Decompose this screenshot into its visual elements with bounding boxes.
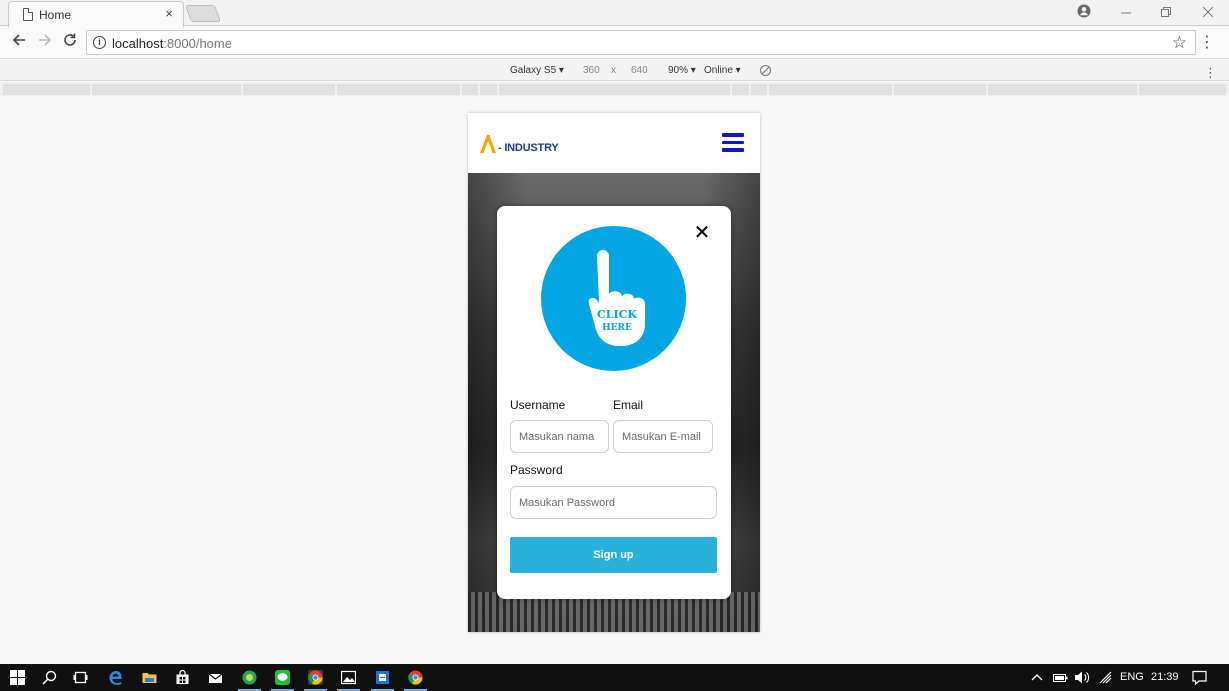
bookmark-star-icon[interactable]: ☆	[1172, 33, 1187, 53]
logo-text[interactable]: - INDUSTRY	[498, 142, 559, 154]
graphic-text-here: HERE	[602, 323, 632, 333]
site-info-icon[interactable]: i	[93, 36, 106, 49]
chrome-icon[interactable]	[304, 670, 327, 691]
media-query-segment[interactable]	[988, 84, 1137, 95]
signup-button[interactable]: Sign up	[510, 537, 717, 573]
search-icon[interactable]	[42, 670, 57, 685]
new-tab-button[interactable]	[184, 5, 222, 22]
signup-modal: ✕ CLICK HERE Username Email Password Sig…	[497, 206, 731, 599]
photos-icon[interactable]	[337, 670, 360, 691]
document-app-icon[interactable]	[371, 670, 394, 691]
media-query-segment[interactable]	[243, 84, 335, 95]
site-header: - INDUSTRY	[468, 113, 760, 173]
mail-icon[interactable]	[208, 670, 223, 685]
pointing-hand-icon: CLICK HERE	[588, 250, 645, 346]
media-query-bar	[0, 82, 1229, 96]
device-height[interactable]: 640	[631, 65, 648, 76]
language-indicator[interactable]: ENG	[1120, 671, 1144, 683]
browser-menu-icon[interactable]: ⋮	[1199, 32, 1215, 52]
media-query-segment[interactable]	[3, 84, 90, 95]
password-input[interactable]	[510, 486, 717, 519]
windows-taskbar: ENG 21:39	[0, 664, 1229, 691]
username-input[interactable]	[510, 420, 609, 453]
device-toolbar-menu-icon[interactable]: ⋮	[1204, 65, 1217, 81]
app-green-icon[interactable]	[238, 670, 261, 691]
network-select[interactable]: Online ▾	[704, 65, 741, 76]
forward-icon[interactable]	[36, 33, 54, 52]
media-query-segment[interactable]	[1139, 84, 1226, 95]
email-input[interactable]	[613, 420, 713, 453]
click-here-graphic: CLICK HERE	[541, 226, 686, 371]
zoom-select[interactable]: 90% ▾	[668, 65, 696, 76]
media-query-segment[interactable]	[92, 84, 241, 95]
logo-mark-icon[interactable]	[479, 134, 497, 154]
address-bar[interactable]: i localhost:8000/home ☆	[86, 30, 1196, 55]
graphic-text-click: CLICK	[597, 308, 637, 321]
media-query-segment[interactable]	[732, 84, 749, 95]
tray-chevron-up-icon[interactable]	[1031, 670, 1046, 685]
volume-icon[interactable]	[1074, 670, 1090, 685]
task-view-icon[interactable]	[73, 670, 88, 685]
battery-icon[interactable]	[1053, 670, 1068, 685]
device-width[interactable]: 360	[583, 65, 600, 76]
media-query-segment[interactable]	[480, 84, 497, 95]
browser-tab[interactable]: Home ×	[8, 1, 184, 27]
username-label: Username	[510, 398, 566, 412]
browser-tab-strip: Home ×	[0, 0, 1229, 27]
wifi-icon[interactable]	[1098, 670, 1113, 685]
minimize-icon[interactable]	[1116, 4, 1136, 20]
media-query-segment[interactable]	[462, 84, 478, 95]
media-query-segment[interactable]	[499, 84, 730, 95]
device-toolbar: Galaxy S5 ▾ 360 x 640 90% ▾ Online ▾ ⋮	[0, 60, 1229, 81]
hamburger-menu-icon[interactable]	[722, 133, 744, 152]
page-icon	[23, 8, 33, 21]
device-viewport: - INDUSTRY ✕ CLICK HERE Username Email P…	[468, 113, 760, 632]
device-select[interactable]: Galaxy S5 ▾	[510, 65, 564, 76]
url-text: localhost:8000/home	[112, 36, 232, 51]
store-icon[interactable]	[175, 669, 190, 685]
reload-icon[interactable]	[61, 33, 79, 52]
tab-close-button[interactable]: ×	[165, 6, 173, 21]
restore-icon[interactable]	[1156, 4, 1176, 20]
browser-toolbar: i localhost:8000/home ☆ ⋮	[0, 27, 1229, 59]
profile-icon[interactable]	[1074, 4, 1094, 21]
email-label: Email	[613, 398, 644, 412]
media-query-segment[interactable]	[751, 84, 767, 95]
media-query-segment[interactable]	[337, 84, 460, 95]
password-label: Password	[510, 463, 563, 477]
dimension-separator: x	[611, 65, 616, 76]
close-icon[interactable]: ✕	[692, 223, 712, 243]
rotate-icon[interactable]	[760, 65, 771, 76]
media-query-segment[interactable]	[894, 84, 986, 95]
clock[interactable]: 21:39	[1151, 671, 1179, 683]
action-center-icon[interactable]	[1192, 670, 1207, 686]
file-explorer-icon[interactable]	[142, 670, 157, 685]
line-chat-icon[interactable]	[271, 670, 294, 691]
edge-browser-icon[interactable]	[108, 670, 123, 685]
close-window-icon[interactable]	[1198, 4, 1218, 20]
windows-start-icon[interactable]	[10, 670, 25, 685]
media-query-segment[interactable]	[769, 84, 892, 95]
back-icon[interactable]	[10, 33, 28, 52]
tab-title: Home	[39, 8, 72, 22]
chrome-second-window-icon[interactable]	[404, 670, 427, 691]
